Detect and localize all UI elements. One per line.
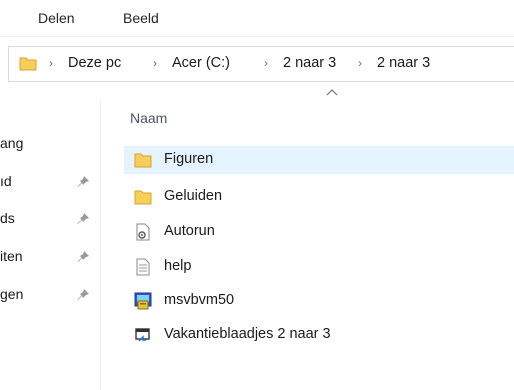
file-name: Geluiden bbox=[164, 188, 223, 204]
file-row-vakantieblaadjes[interactable]: Vakantieblaadjes 2 naar 3 bbox=[124, 321, 514, 349]
folder-icon bbox=[19, 57, 37, 71]
file-name: Autorun bbox=[164, 223, 215, 239]
chevron-right-icon[interactable]: › bbox=[358, 56, 362, 70]
pin-icon[interactable] bbox=[76, 250, 90, 264]
nav-item-label: ıd bbox=[0, 173, 12, 189]
nav-item[interactable]: ang bbox=[0, 135, 100, 159]
settings-file-icon bbox=[136, 223, 150, 241]
nav-item[interactable]: ds bbox=[0, 210, 100, 234]
tab-delen[interactable]: Delen bbox=[38, 10, 75, 26]
navigation-pane: ang ıd ds iten gen bbox=[0, 100, 101, 390]
nav-item[interactable]: ıd bbox=[0, 173, 100, 197]
file-row-geluiden[interactable]: Geluiden bbox=[124, 183, 514, 211]
breadcrumb-deze-pc[interactable]: Deze pc bbox=[68, 55, 121, 71]
nav-item-label: ds bbox=[0, 210, 15, 226]
pin-icon[interactable] bbox=[76, 288, 90, 302]
folder-icon bbox=[134, 153, 152, 168]
file-name: Figuren bbox=[164, 151, 214, 167]
chevron-right-icon: › bbox=[49, 56, 53, 70]
nav-item-label: ang bbox=[0, 135, 24, 151]
installer-icon bbox=[134, 292, 152, 310]
file-row-msvbvm50[interactable]: msvbvm50 bbox=[124, 287, 514, 315]
tab-beeld[interactable]: Beeld bbox=[123, 10, 159, 26]
file-row-autorun[interactable]: Autorun bbox=[124, 218, 514, 246]
nav-item-label: iten bbox=[0, 248, 23, 264]
breadcrumb-2-naar-3[interactable]: 2 naar 3 bbox=[283, 55, 336, 71]
chevron-right-icon[interactable]: › bbox=[264, 56, 268, 70]
shortcut-icon bbox=[135, 328, 150, 342]
nav-item-label: gen bbox=[0, 286, 24, 302]
column-header-name[interactable]: Naam bbox=[130, 110, 167, 126]
ribbon-divider bbox=[0, 36, 514, 37]
file-row-help[interactable]: help bbox=[124, 253, 514, 281]
pin-icon[interactable] bbox=[76, 212, 90, 226]
breadcrumb-2-naar-3-current[interactable]: 2 naar 3 bbox=[377, 55, 430, 71]
nav-item[interactable]: iten bbox=[0, 248, 100, 272]
pin-icon[interactable] bbox=[76, 175, 90, 189]
file-name: msvbvm50 bbox=[164, 292, 235, 308]
breadcrumb-acer-c[interactable]: Acer (C:) bbox=[172, 55, 230, 71]
address-bar[interactable]: › Deze pc › Acer (C:) › 2 naar 3 › 2 naa… bbox=[8, 46, 514, 82]
folder-icon bbox=[134, 190, 152, 205]
file-row-figuren[interactable]: Figuren bbox=[124, 146, 514, 174]
ribbon: Delen Beeld bbox=[0, 0, 514, 36]
sort-ascending-icon[interactable] bbox=[326, 88, 338, 96]
chevron-right-icon[interactable]: › bbox=[153, 56, 157, 70]
file-name: Vakantieblaadjes 2 naar 3 bbox=[164, 326, 331, 342]
nav-item[interactable]: gen bbox=[0, 286, 100, 310]
file-name: help bbox=[164, 258, 192, 274]
text-file-icon bbox=[136, 258, 150, 276]
